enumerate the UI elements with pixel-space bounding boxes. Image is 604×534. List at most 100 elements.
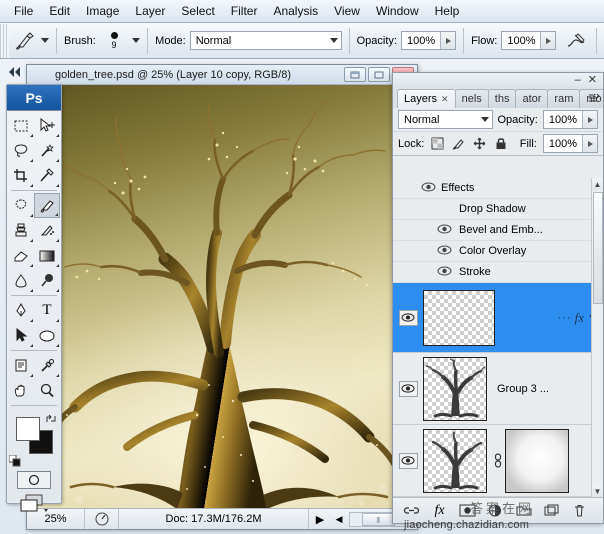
status-play-icon[interactable]: ▶ <box>309 509 331 529</box>
move-tool[interactable] <box>34 113 60 138</box>
lasso-tool[interactable] <box>8 138 34 163</box>
eye-icon[interactable] <box>437 223 452 238</box>
layers-panel-close-button[interactable]: ✕ <box>588 74 599 86</box>
layer-visibility-toggle[interactable] <box>393 380 423 397</box>
eye-icon[interactable] <box>398 309 418 326</box>
hand-tool[interactable] <box>8 378 34 403</box>
link-mask-icon[interactable] <box>491 452 505 469</box>
minimize-button[interactable] <box>344 67 366 82</box>
layer-thumbnail[interactable] <box>423 356 487 421</box>
flow-slider-button[interactable] <box>540 32 556 49</box>
brush-size-preview[interactable]: 9 <box>100 26 128 56</box>
eyedropper-tool[interactable] <box>34 353 60 378</box>
layer-visibility-toggle[interactable] <box>393 452 423 469</box>
zoom-tool[interactable] <box>34 378 60 403</box>
menu-item-edit[interactable]: Edit <box>41 2 78 20</box>
layer-opacity-input[interactable]: 100% <box>542 110 598 129</box>
quick-mask-icon[interactable] <box>17 471 51 489</box>
tab-navigator[interactable]: ator <box>515 89 549 108</box>
table-row[interactable]: ··· fx <box>393 283 603 353</box>
menu-item-layer[interactable]: Layer <box>127 2 173 20</box>
magic-wand-tool[interactable] <box>34 138 60 163</box>
status-arrow-icon[interactable] <box>85 509 119 529</box>
lock-all-icon[interactable] <box>493 136 508 151</box>
brush-tool-preset-chevron-down-icon[interactable] <box>41 38 50 43</box>
menu-item-help[interactable]: Help <box>427 2 468 20</box>
eye-icon[interactable] <box>421 181 436 196</box>
history-brush-tool[interactable] <box>34 218 60 243</box>
scroll-left-arrow-icon[interactable]: ◀ <box>331 514 347 525</box>
tab-layers[interactable]: Layers ✕ <box>397 89 456 108</box>
menu-item-select[interactable]: Select <box>173 2 222 20</box>
opacity-input[interactable]: 100% <box>400 31 457 50</box>
tab-histogram[interactable]: ram <box>547 89 581 108</box>
layers-list[interactable]: Effects Drop Shadow Bevel and Emb... Col… <box>393 178 603 497</box>
layer-thumbnail[interactable] <box>423 289 495 346</box>
layer-effect-bevel-emboss[interactable]: Bevel and Emb... <box>393 220 603 241</box>
layers-panel-scrollbar[interactable]: ▲ ▼ <box>591 178 603 497</box>
document-title-bar[interactable]: golden_tree.psd @ 25% (Layer 10 copy, RG… <box>27 65 417 85</box>
brush-tool[interactable] <box>34 193 60 218</box>
type-tool[interactable]: T <box>34 298 60 323</box>
menu-item-image[interactable]: Image <box>78 2 127 20</box>
menu-item-filter[interactable]: Filter <box>223 2 266 20</box>
screen-mode-icon[interactable] <box>17 494 51 514</box>
notes-tool[interactable] <box>8 353 34 378</box>
flow-input[interactable]: 100% <box>501 31 557 50</box>
swap-colors-icon[interactable] <box>45 413 57 428</box>
healing-brush-tool[interactable] <box>8 193 34 218</box>
tab-channels[interactable]: nels <box>454 89 489 108</box>
path-selection-tool[interactable] <box>8 323 34 348</box>
default-colors-icon[interactable] <box>8 454 21 467</box>
tab-paths[interactable]: ths <box>487 89 517 108</box>
menu-item-view[interactable]: View <box>326 2 368 20</box>
collapse-panels-button[interactable] <box>8 66 28 81</box>
eye-icon[interactable] <box>437 244 452 259</box>
blend-mode-select[interactable]: Normal <box>189 31 342 50</box>
clone-stamp-tool[interactable] <box>8 218 34 243</box>
eraser-tool[interactable] <box>8 243 34 268</box>
options-bar-grip[interactable] <box>0 23 10 58</box>
scroll-up-arrow-icon[interactable]: ▲ <box>592 178 603 190</box>
layer-thumbnail[interactable] <box>423 428 487 493</box>
layer-name[interactable]: Group 3 ... <box>491 383 603 395</box>
lock-image-pixels-icon[interactable] <box>451 136 466 151</box>
eye-icon[interactable] <box>398 380 418 397</box>
layer-blend-mode-select[interactable]: Normal <box>398 110 493 129</box>
horizontal-scrollbar-thumb[interactable]: ⦀ <box>361 512 395 526</box>
layer-effect-drop-shadow[interactable]: Drop Shadow <box>393 199 603 220</box>
pen-tool[interactable] <box>8 298 34 323</box>
crop-tool[interactable] <box>8 163 34 188</box>
layer-effect-stroke[interactable]: Stroke <box>393 262 603 283</box>
opacity-slider-button[interactable] <box>440 32 456 49</box>
brush-tool-icon[interactable] <box>12 29 37 53</box>
layer-fill-input[interactable]: 100% <box>542 134 598 153</box>
maximize-button[interactable] <box>368 67 390 82</box>
lock-position-icon[interactable] <box>472 136 487 151</box>
rectangular-marquee-tool[interactable] <box>8 113 34 138</box>
eye-icon[interactable] <box>437 265 452 280</box>
doc-size-info[interactable]: Doc: 17.3M/176.2M <box>119 509 309 529</box>
foreground-color-swatch[interactable] <box>16 417 40 441</box>
layer-opacity-slider-button[interactable] <box>582 111 597 128</box>
lock-transparent-pixels-icon[interactable] <box>430 136 445 151</box>
close-icon[interactable]: ✕ <box>441 94 449 105</box>
blur-tool[interactable] <box>8 268 34 293</box>
layer-mask-thumbnail[interactable] <box>505 428 569 493</box>
layer-effect-effects[interactable]: Effects <box>393 178 603 199</box>
layer-effect-color-overlay[interactable]: Color Overlay <box>393 241 603 262</box>
menu-item-file[interactable]: File <box>6 2 41 20</box>
layers-panel-titlebar[interactable]: – ✕ <box>393 73 603 87</box>
ellipse-shape-tool[interactable] <box>34 323 60 348</box>
panel-menu-icon[interactable] <box>588 93 600 106</box>
eye-icon[interactable] <box>398 452 418 469</box>
brush-picker-chevron-down-icon[interactable] <box>132 38 141 43</box>
table-row[interactable] <box>393 425 603 497</box>
menu-item-window[interactable]: Window <box>368 2 427 20</box>
airbrush-icon[interactable] <box>564 29 589 53</box>
dodge-tool[interactable] <box>34 268 60 293</box>
layer-fill-slider-button[interactable] <box>582 135 597 152</box>
layers-scrollbar-thumb[interactable] <box>593 192 603 304</box>
layers-panel-minimize-button[interactable]: – <box>575 74 583 86</box>
layer-visibility-toggle[interactable] <box>393 309 423 326</box>
